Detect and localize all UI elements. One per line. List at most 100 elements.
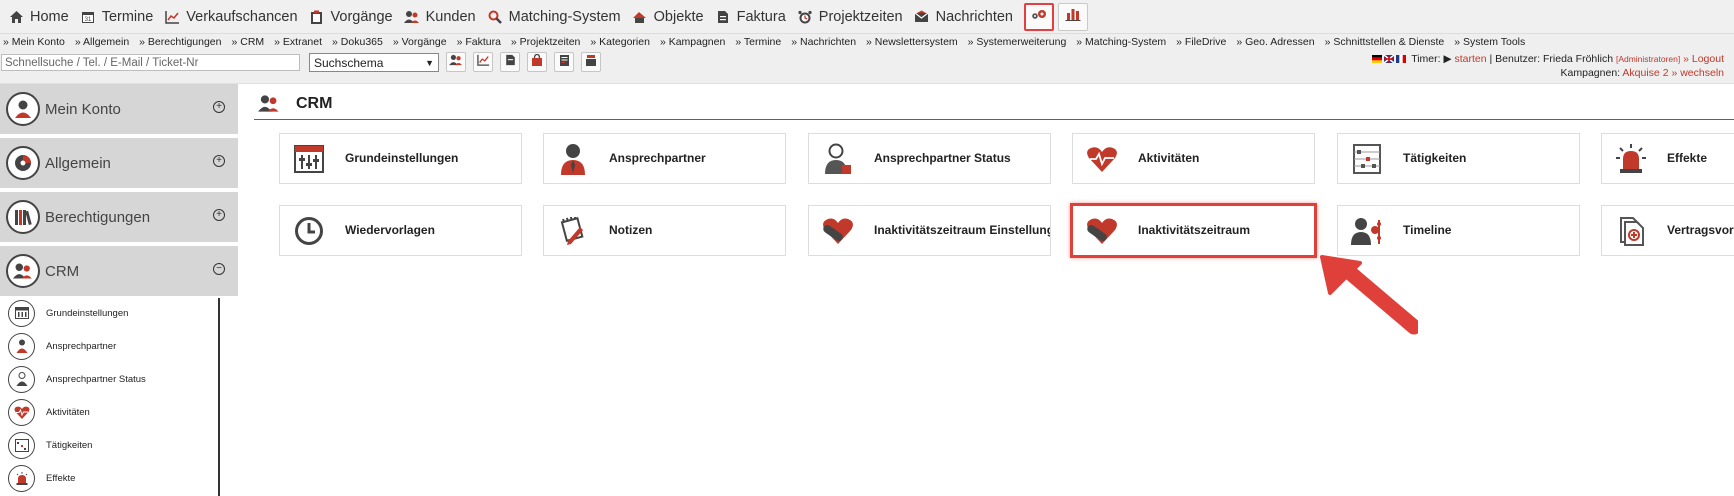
logout-link[interactable]: » Logout: [1683, 53, 1724, 65]
tile-inaktivitaetszeitraum[interactable]: Inaktivitätszeitraum: [1070, 203, 1317, 258]
nav-objekte[interactable]: Objekte: [628, 3, 711, 31]
tile-timeline[interactable]: Timeline: [1337, 205, 1580, 256]
tile-effekte[interactable]: Effekte: [1601, 133, 1734, 184]
crumb-link[interactable]: » Berechtigungen: [139, 36, 221, 48]
sidebar-item-aktivitaeten[interactable]: Aktivitäten: [8, 397, 90, 427]
tile-label: Inaktivitätszeitraum Einstellungen: [874, 223, 1050, 237]
quick-search-input[interactable]: [1, 54, 300, 71]
sidebar-item-ansprechpartner[interactable]: Ansprechpartner: [8, 331, 116, 361]
crumb-link[interactable]: » Allgemein: [75, 36, 129, 48]
current-user: | Benutzer: Frieda Fröhlich: [1489, 53, 1614, 65]
nav-termine[interactable]: 31 Termine: [76, 3, 161, 31]
crumb-link[interactable]: » Kampagnen: [660, 36, 725, 48]
page-header: CRM: [254, 88, 1734, 120]
language-flags[interactable]: [1372, 54, 1408, 67]
nav-projektzeiten[interactable]: Projektzeiten: [793, 3, 910, 31]
sidebar-section-berechtigungen[interactable]: Berechtigungen +: [0, 192, 238, 242]
sidebar: Mein Konto + Allgemein + Berechtigungen …: [0, 84, 238, 496]
expand-icon[interactable]: +: [213, 209, 225, 221]
sidebar-item-effekte[interactable]: Effekte: [8, 463, 75, 493]
nav-nachrichten[interactable]: Nachrichten: [910, 3, 1020, 31]
settings-panel-icon: [292, 142, 326, 176]
sidebar-item-taetigkeiten[interactable]: Tätigkeiten: [8, 430, 92, 460]
crumb-link[interactable]: » Geo. Adressen: [1236, 36, 1314, 48]
quick-users-button[interactable]: [446, 52, 466, 72]
expand-icon[interactable]: +: [213, 101, 225, 113]
admin-breadcrumb-links: » Mein Konto » Allgemein » Berechtigunge…: [0, 34, 1734, 50]
crumb-link[interactable]: » Projektzeiten: [511, 36, 580, 48]
admin-settings-button[interactable]: [1023, 2, 1054, 31]
crumb-link[interactable]: » FileDrive: [1176, 36, 1226, 48]
nav-home[interactable]: Home: [4, 3, 76, 31]
crumb-link[interactable]: » Extranet: [274, 36, 322, 48]
tile-aktivitaeten[interactable]: Aktivitäten: [1072, 133, 1315, 184]
sidebar-section-crm[interactable]: CRM −: [0, 246, 238, 296]
timer-label: Timer:: [1411, 53, 1441, 65]
crumb-link[interactable]: » Newslettersystem: [866, 36, 958, 48]
nav-vorgaenge[interactable]: Vorgänge: [305, 3, 400, 31]
quick-document-button[interactable]: [500, 52, 520, 72]
crumb-link[interactable]: » Mein Konto: [3, 36, 65, 48]
sidebar-section-allgemein[interactable]: Allgemein +: [0, 138, 238, 188]
tile-notizen[interactable]: Notizen: [543, 205, 786, 256]
crumb-link[interactable]: » Systemerweiterung: [968, 36, 1067, 48]
tile-label: Vertragsvorlagen: [1667, 223, 1734, 237]
quick-bag-button[interactable]: [527, 52, 547, 72]
crumb-link[interactable]: » Nachrichten: [791, 36, 856, 48]
crumb-link[interactable]: » Termine: [735, 36, 781, 48]
abacus-icon: [1350, 142, 1384, 176]
tile-wiedervorlagen[interactable]: Wiedervorlagen: [279, 205, 522, 256]
sidebar-item-label: Ansprechpartner Status: [46, 373, 146, 385]
tile-grundeinstellungen[interactable]: Grundeinstellungen: [279, 133, 522, 184]
tile-inaktivitaetszeitraum-einstellungen[interactable]: Inaktivitätszeitraum Einstellungen: [808, 205, 1051, 256]
tile-vertragsvorlagen[interactable]: Vertragsvorlagen: [1601, 205, 1734, 256]
quick-register-button[interactable]: [581, 52, 601, 72]
nav-faktura[interactable]: Faktura: [711, 3, 793, 31]
sidebar-item-label: Tätigkeiten: [46, 439, 93, 451]
crumb-link[interactable]: » Doku365: [332, 36, 383, 48]
search-toolbar: Suchschema ▼ Timer: ▶ starten | Benutzer…: [0, 50, 1734, 84]
search-icon: [487, 9, 503, 25]
nav-kunden[interactable]: Kunden: [400, 3, 483, 31]
timer-start-link[interactable]: starten: [1454, 53, 1486, 65]
cash-register-icon: [585, 53, 597, 71]
campaign-switch-link[interactable]: » wechseln: [1671, 67, 1724, 79]
crumb-link[interactable]: » Kategorien: [590, 36, 650, 48]
quick-notes-button[interactable]: [554, 52, 574, 72]
heartbeat-icon: [1085, 142, 1119, 176]
user-info: Timer: ▶ starten | Benutzer: Frieda Fröh…: [1372, 53, 1724, 80]
crumb-link[interactable]: » System Tools: [1454, 36, 1525, 48]
alarm-clock-icon: [797, 9, 813, 25]
note-pencil-icon: [556, 214, 590, 248]
quick-chart-button[interactable]: [473, 52, 493, 72]
tile-ansprechpartner[interactable]: Ansprechpartner: [543, 133, 786, 184]
crumb-link[interactable]: » Matching-System: [1076, 36, 1166, 48]
nav-matching-system[interactable]: Matching-System: [483, 3, 628, 31]
statistics-button[interactable]: [1057, 2, 1088, 31]
heartbeat-icon: [8, 398, 35, 426]
campaign-value[interactable]: Akquise 2: [1622, 67, 1668, 79]
expand-icon[interactable]: +: [213, 155, 225, 167]
crumb-link[interactable]: » Faktura: [457, 36, 501, 48]
home-icon: [8, 9, 24, 25]
tile-ansprechpartner-status[interactable]: Ansprechpartner Status: [808, 133, 1051, 184]
search-schema-select[interactable]: Suchschema ▼: [309, 53, 439, 72]
nav-verkaufschancen[interactable]: Verkaufschancen: [160, 3, 304, 31]
sidebar-item-grundeinstellungen[interactable]: Grundeinstellungen: [8, 298, 128, 328]
collapse-icon[interactable]: −: [213, 263, 225, 275]
crumb-link[interactable]: » Vorgänge: [393, 36, 447, 48]
tile-label: Ansprechpartner Status: [874, 151, 1011, 165]
user-role[interactable]: [Administratoren]: [1616, 54, 1680, 64]
crumb-link[interactable]: » CRM: [232, 36, 265, 48]
users-icon: [403, 9, 420, 25]
sidebar-section-label: Allgemein: [45, 154, 111, 172]
sidebar-section-mein-konto[interactable]: Mein Konto +: [0, 84, 238, 134]
sidebar-item-label: Ansprechpartner: [46, 340, 117, 352]
tile-label: Inaktivitätszeitraum: [1138, 223, 1251, 237]
bag-icon: [531, 53, 543, 71]
sidebar-item-ansprechpartner-status[interactable]: Ansprechpartner Status: [8, 364, 146, 394]
calendar-icon: 31: [80, 9, 96, 25]
crumb-link[interactable]: » Schnittstellen & Dienste: [1325, 36, 1445, 48]
tile-label: Tätigkeiten: [1403, 151, 1467, 165]
tile-taetigkeiten[interactable]: Tätigkeiten: [1337, 133, 1580, 184]
